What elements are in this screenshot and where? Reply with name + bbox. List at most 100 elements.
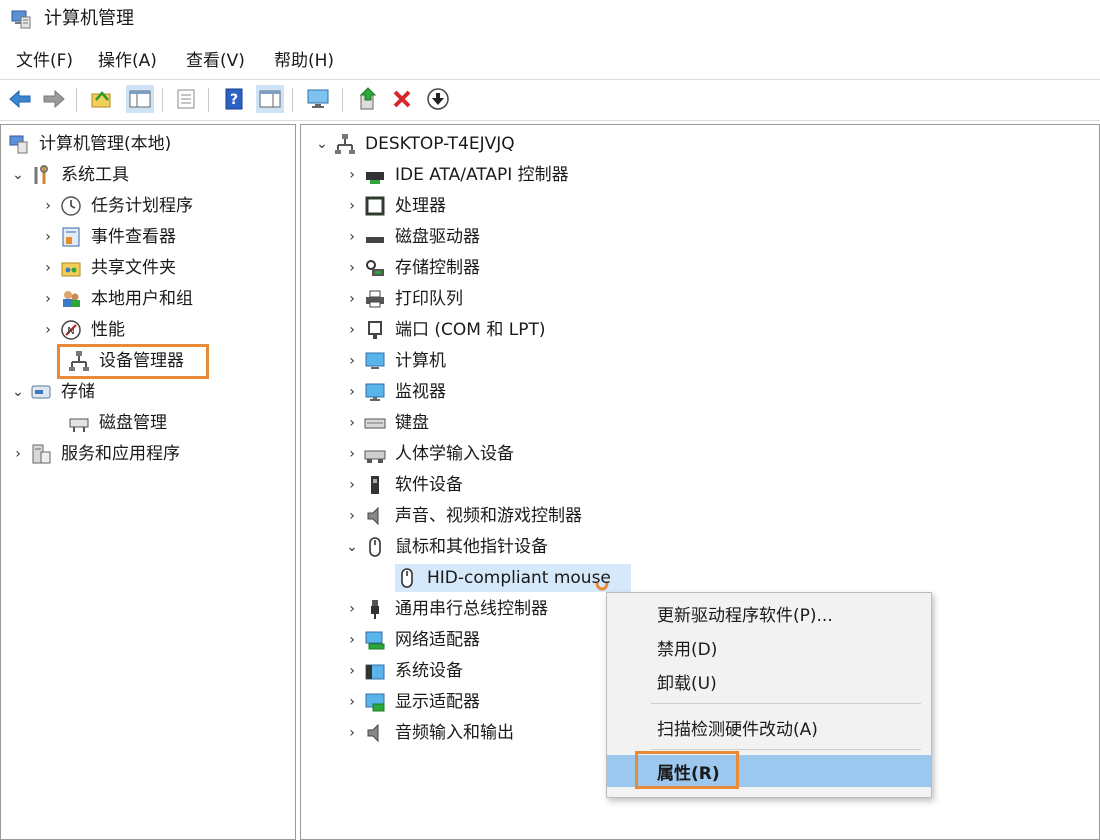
- device-category-network[interactable]: › 网络适配器: [341, 625, 480, 655]
- chevron-right-icon[interactable]: ›: [341, 722, 363, 744]
- chevron-right-icon[interactable]: ›: [37, 288, 59, 310]
- tree-disk-management[interactable]: 磁盘管理: [67, 408, 167, 438]
- device-category-system-devices[interactable]: › 系统设备: [341, 656, 463, 686]
- computer-management-icon: [11, 10, 31, 29]
- device-category-ports[interactable]: › 端口 (COM 和 LPT): [341, 315, 545, 345]
- properties-toolbar-button[interactable]: [172, 85, 200, 113]
- chevron-right-icon[interactable]: ›: [341, 598, 363, 620]
- chevron-right-icon[interactable]: ›: [341, 505, 363, 527]
- chevron-right-icon[interactable]: ›: [341, 195, 363, 217]
- chevron-right-icon[interactable]: ›: [341, 691, 363, 713]
- chevron-right-icon[interactable]: ›: [341, 474, 363, 496]
- chevron-right-icon[interactable]: ›: [341, 319, 363, 341]
- device-manager-icon: [67, 349, 91, 373]
- device-category-audio-io[interactable]: › 音频输入和输出: [341, 718, 514, 748]
- chevron-right-icon[interactable]: ›: [341, 660, 363, 682]
- tree-performance[interactable]: › N 性能: [37, 315, 125, 345]
- menu-file[interactable]: 文件(F): [16, 50, 73, 72]
- uninstall-button[interactable]: [388, 85, 416, 113]
- chevron-right-icon[interactable]: ›: [341, 412, 363, 434]
- back-button[interactable]: [6, 85, 34, 113]
- context-uninstall[interactable]: 卸载(U): [607, 665, 931, 697]
- tree-shared-folders[interactable]: › 共享文件夹: [37, 253, 176, 283]
- context-item-label: 属性(R): [657, 763, 720, 784]
- device-category-computer[interactable]: › 计算机: [341, 346, 446, 376]
- chevron-right-icon[interactable]: ›: [341, 288, 363, 310]
- show-hide-action-pane-button[interactable]: [256, 85, 284, 113]
- chevron-right-icon[interactable]: ›: [37, 226, 59, 248]
- tree-services-apps[interactable]: › 服务和应用程序: [7, 439, 180, 469]
- chevron-right-icon[interactable]: ›: [341, 164, 363, 186]
- network-adapter-icon: [363, 628, 387, 652]
- device-category-keyboards[interactable]: › 键盘: [341, 408, 429, 438]
- chevron-down-icon[interactable]: ⌄: [311, 133, 333, 155]
- action-pane-icon: [259, 90, 281, 108]
- context-properties[interactable]: 属性(R): [607, 755, 931, 787]
- device-root[interactable]: ⌄ DESKTOP-T4EJVJQ: [311, 129, 515, 159]
- tree-root-label: 计算机管理(本地): [39, 134, 172, 154]
- menu-help[interactable]: 帮助(H): [274, 50, 334, 72]
- chevron-right-icon[interactable]: ›: [37, 257, 59, 279]
- chevron-right-icon[interactable]: ›: [341, 350, 363, 372]
- device-category-storage-controllers[interactable]: › 存储控制器: [341, 253, 480, 283]
- speaker-icon: [363, 721, 387, 745]
- device-category-label: 存储控制器: [395, 258, 480, 278]
- shared-folder-icon: [59, 256, 83, 280]
- device-category-ide[interactable]: › IDE ATA/ATAPI 控制器: [341, 160, 569, 190]
- chevron-right-icon[interactable]: ›: [341, 381, 363, 403]
- device-category-label: 通用串行总线控制器: [395, 599, 548, 619]
- tree-task-scheduler[interactable]: › 任务计划程序: [37, 191, 193, 221]
- context-disable[interactable]: 禁用(D): [607, 631, 931, 663]
- show-hide-tree-button[interactable]: [126, 85, 154, 113]
- help-icon: ?: [225, 88, 243, 110]
- chevron-right-icon[interactable]: ›: [7, 443, 29, 465]
- chevron-right-icon[interactable]: ›: [341, 257, 363, 279]
- update-driver-button[interactable]: [354, 85, 382, 113]
- tree-root[interactable]: 计算机管理(本地): [7, 129, 171, 159]
- device-category-mice[interactable]: ⌄ 鼠标和其他指针设备: [341, 532, 548, 562]
- toolbar-separator: [342, 88, 343, 112]
- chevron-right-icon[interactable]: ›: [37, 319, 59, 341]
- tree-local-users[interactable]: › 本地用户和组: [37, 284, 193, 314]
- device-category-display[interactable]: › 显示适配器: [341, 687, 480, 717]
- device-category-disk-drives[interactable]: › 磁盘驱动器: [341, 222, 480, 252]
- download-button[interactable]: [424, 85, 452, 113]
- context-scan-hardware[interactable]: 扫描检测硬件改动(A): [607, 711, 931, 743]
- driver-update-icon: [359, 87, 377, 110]
- chevron-right-icon[interactable]: ›: [341, 629, 363, 651]
- toolbar-separator: [76, 88, 77, 112]
- tree-label: 任务计划程序: [91, 196, 193, 216]
- tree-storage[interactable]: ⌄ 存储: [7, 377, 95, 407]
- menu-action[interactable]: 操作(A): [98, 50, 157, 72]
- tree-label: 服务和应用程序: [61, 444, 180, 464]
- help-button[interactable]: ?: [220, 85, 248, 113]
- tree-device-manager[interactable]: 设备管理器: [67, 346, 184, 376]
- forward-button[interactable]: [40, 85, 68, 113]
- tree-label: 性能: [91, 320, 125, 340]
- context-update-driver[interactable]: 更新驱动程序软件(P)...: [607, 597, 931, 629]
- tree-event-viewer[interactable]: › 事件查看器: [37, 222, 176, 252]
- device-hid-mouse[interactable]: HID-compliant mouse: [395, 563, 611, 593]
- device-category-software-devices[interactable]: › 软件设备: [341, 470, 463, 500]
- tree-system-tools[interactable]: ⌄ 系统工具: [7, 160, 129, 190]
- menu-view[interactable]: 查看(V): [186, 50, 245, 72]
- chevron-down-icon[interactable]: ⌄: [341, 536, 363, 558]
- device-category-monitors[interactable]: › 监视器: [341, 377, 446, 407]
- device-category-label: IDE ATA/ATAPI 控制器: [395, 165, 569, 185]
- toolbar-separator: [162, 88, 163, 112]
- monitor-button[interactable]: [304, 85, 332, 113]
- chevron-right-icon[interactable]: ›: [341, 443, 363, 465]
- chevron-down-icon[interactable]: ⌄: [7, 164, 29, 186]
- printer-icon: [363, 287, 387, 311]
- chevron-down-icon[interactable]: ⌄: [7, 381, 29, 403]
- device-category-processor[interactable]: › 处理器: [341, 191, 446, 221]
- chevron-right-icon[interactable]: ›: [341, 226, 363, 248]
- device-category-print-queues[interactable]: › 打印队列: [341, 284, 463, 314]
- device-category-sound[interactable]: › 声音、视频和游戏控制器: [341, 501, 582, 531]
- console-tree-pane[interactable]: 计算机管理(本地) ⌄ 系统工具 › 任务计划程序 › 事件查看器 › 共享文件…: [0, 124, 296, 840]
- up-level-button[interactable]: [88, 85, 116, 113]
- monitor-icon: [363, 380, 387, 404]
- device-category-hid[interactable]: › 人体学输入设备: [341, 439, 514, 469]
- device-category-usb[interactable]: › 通用串行总线控制器: [341, 594, 548, 624]
- chevron-right-icon[interactable]: ›: [37, 195, 59, 217]
